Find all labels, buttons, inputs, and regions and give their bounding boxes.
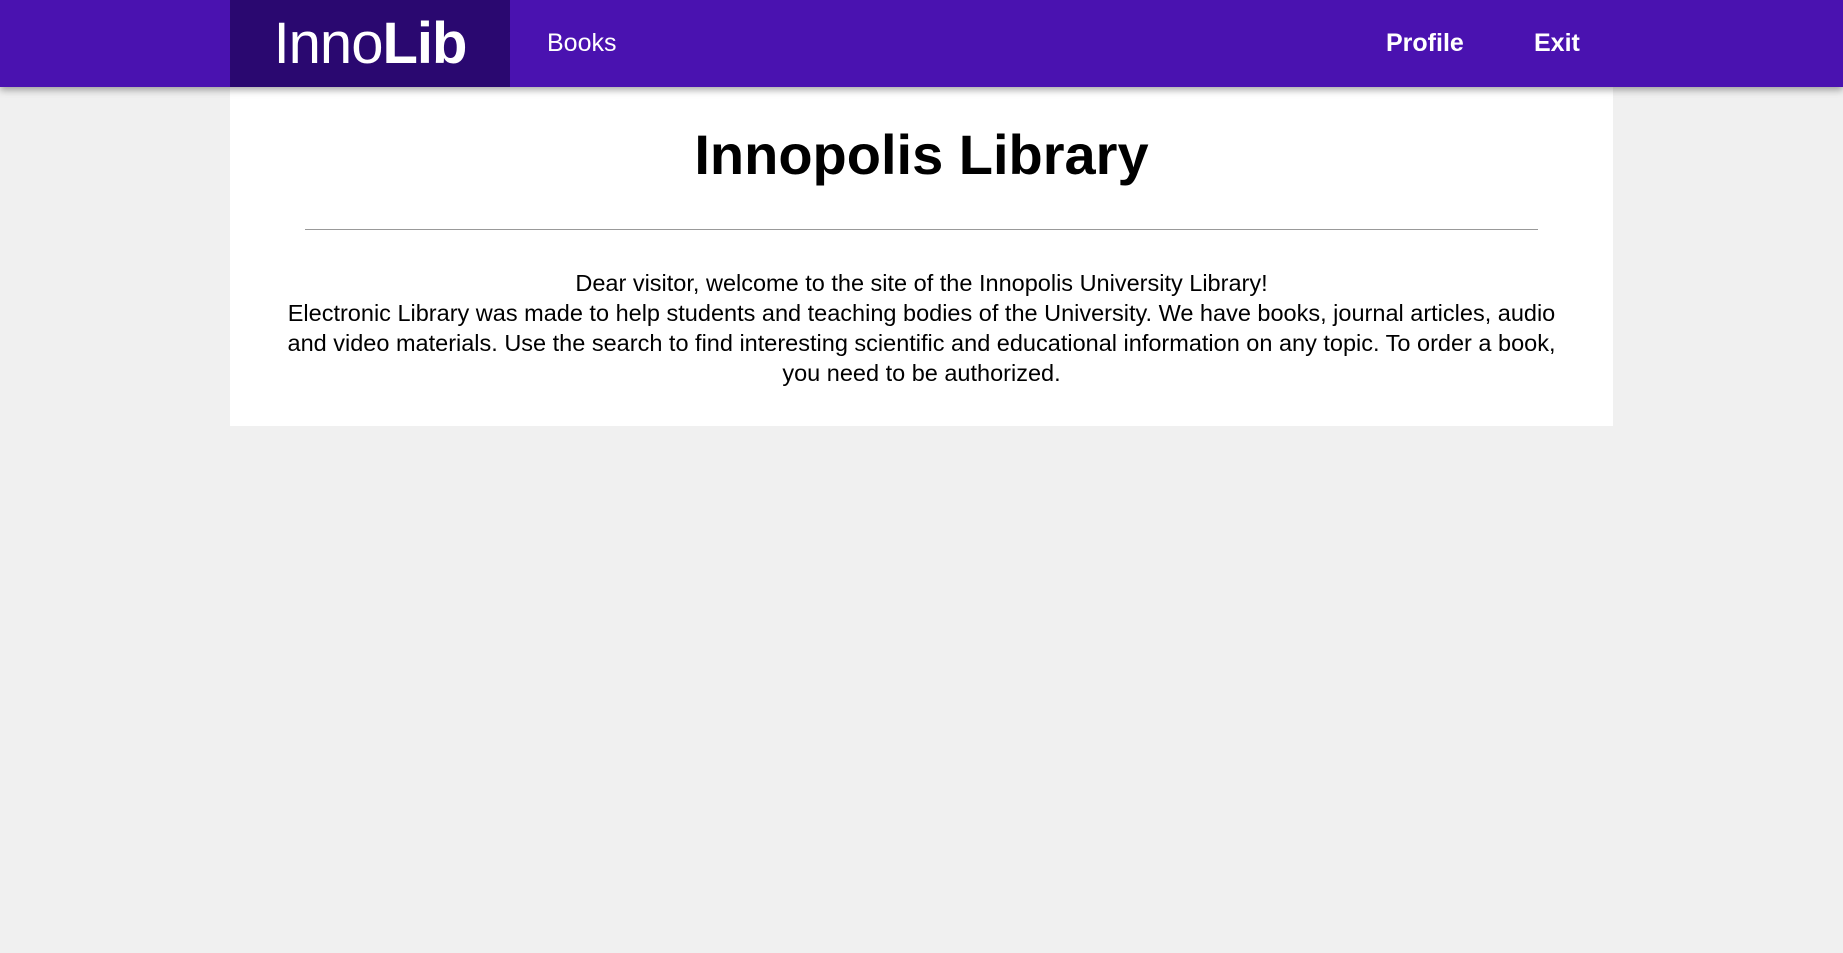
brand-logo-light-text: Inno <box>273 11 384 76</box>
title-divider <box>305 229 1538 230</box>
main-content-card: Innopolis Library Dear visitor, welcome … <box>230 87 1613 426</box>
nav-books-link[interactable]: Books <box>547 0 616 87</box>
welcome-description: Electronic Library was made to help stud… <box>287 300 1556 386</box>
brand-logo-link[interactable]: Inno Lib <box>230 0 510 87</box>
page-title: Innopolis Library <box>694 123 1149 186</box>
brand-logo-bold-text: Lib <box>382 11 467 76</box>
welcome-text: Dear visitor, welcome to the site of the… <box>280 268 1563 388</box>
welcome-greeting: Dear visitor, welcome to the site of the… <box>575 270 1268 296</box>
nav-profile-link[interactable]: Profile <box>1386 0 1464 87</box>
nav-exit-link[interactable]: Exit <box>1534 0 1580 87</box>
navbar-container: Inno Lib Books Profile Exit <box>230 0 1612 87</box>
top-navbar: Inno Lib Books Profile Exit <box>0 0 1843 87</box>
